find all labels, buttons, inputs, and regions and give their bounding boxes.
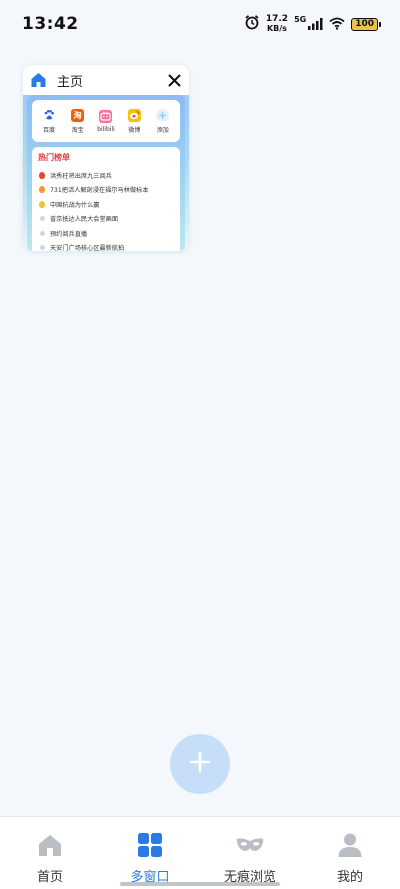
nav-item-home[interactable]: 首页 [0,817,100,889]
add-icon [156,108,170,122]
shortcut-label: 淘宝 [71,126,84,134]
window-card-header: 主页 [23,65,189,95]
rank-dot-icon [38,229,46,237]
network-speed: 17.2 KB/s [265,14,289,34]
nav-item-incognito[interactable]: 无痕浏览 [200,817,300,889]
shortcut-label: 微博 [128,126,141,134]
hotlist-item-text: 预约阅兵直播 [50,230,88,238]
bilibili-icon [99,109,113,123]
hotlist-item-text: 普京抵达人民大会堂画面 [50,216,119,224]
rank-dot-icon [38,215,46,223]
windows-grid-icon [136,831,164,859]
battery-icon: 100 [351,17,381,31]
alarm-icon [244,14,260,34]
hotlist-item[interactable]: 中国抗战为什么赢 [38,197,174,212]
flame-icon [38,171,46,179]
hotlist-item-text: 洪秀柱将出席九三阅兵 [50,172,112,180]
user-icon [336,831,364,859]
weibo-icon [127,108,141,122]
status-time: 13:42 [22,14,79,34]
hotlist-item[interactable]: 普京抵达人民大会堂画面 [38,212,174,227]
status-bar: 13:42 17.2 KB/s 5G 100 [0,0,400,48]
shortcut-label: 添加 [156,126,169,134]
shortcut-label: bilibili [97,125,115,133]
screen: 13:42 17.2 KB/s 5G 100 主页 百度 淘 淘宝 bilibi… [0,0,400,889]
preview-background: 百度 淘 淘宝 bilibili 微博 添加 热门榜单 洪秀柱将出席九三阅兵 7… [27,95,185,251]
shortcut-add[interactable]: 添加 [150,108,176,134]
shortcut-bar: 百度 淘 淘宝 bilibili 微博 添加 [32,100,180,142]
hotlist-title: 热门榜单 [38,153,70,162]
nav-item-windows[interactable]: 多窗口 [100,817,200,889]
nav-label: 首页 [36,870,63,885]
hotlist-item-text: 中国抗战为什么赢 [50,201,100,209]
window-card-preview[interactable]: 百度 淘 淘宝 bilibili 微博 添加 热门榜单 洪秀柱将出席九三阅兵 7… [23,95,189,251]
signal-icon [308,15,323,34]
rank-dot-icon [38,244,46,251]
taobao-icon: 淘 [71,108,85,122]
home-indicator [120,882,280,886]
hotlist-item-text: 731把活人解剖浸在福尔马林做标本 [50,187,149,195]
plus-icon [188,750,212,778]
flame-icon [38,186,46,194]
close-icon[interactable] [165,71,183,89]
mask-icon [236,831,264,859]
speed-unit: KB/s [266,24,287,33]
nav-label: 我的 [336,870,363,885]
network-type: 5G [294,14,307,24]
hotlist-item-text: 天安门广场核心区最新航拍 [50,245,125,251]
shortcut-taobao[interactable]: 淘 淘宝 [65,108,91,134]
home-icon [29,71,47,89]
speed-value: 17.2 [265,14,289,24]
shortcut-label: 百度 [43,126,56,134]
hotlist-item[interactable]: 天安门广场核心区最新航拍 [38,241,174,251]
home-icon [36,831,64,859]
hotlist-item[interactable]: 731把活人解剖浸在福尔马林做标本 [38,183,174,198]
window-card-title: 主页 [57,74,84,90]
shortcut-baidu[interactable]: 百度 [36,109,62,134]
hotlist-item[interactable]: 预约阅兵直播 [38,226,174,241]
window-card-home[interactable]: 主页 百度 淘 淘宝 bilibili 微博 添加 热门榜单 洪秀柱将出席九三阅… [23,65,189,251]
hotlist: 热门榜单 洪秀柱将出席九三阅兵 731把活人解剖浸在福尔马林做标本 中国抗战为什么赢… [32,147,180,251]
shortcut-weibo[interactable]: 微博 [121,108,147,134]
baidu-icon [43,109,56,122]
flame-icon [38,200,46,208]
wifi-icon [329,15,345,34]
bottom-nav: 首页 多窗口 无痕浏览 我的 [0,816,400,889]
status-indicators: 17.2 KB/s 5G 100 [244,14,381,34]
hotlist-item[interactable]: 洪秀柱将出席九三阅兵 [38,168,174,183]
nav-item-profile[interactable]: 我的 [300,817,400,889]
new-window-button[interactable] [170,734,230,794]
shortcut-bilibili[interactable]: bilibili [93,109,119,133]
